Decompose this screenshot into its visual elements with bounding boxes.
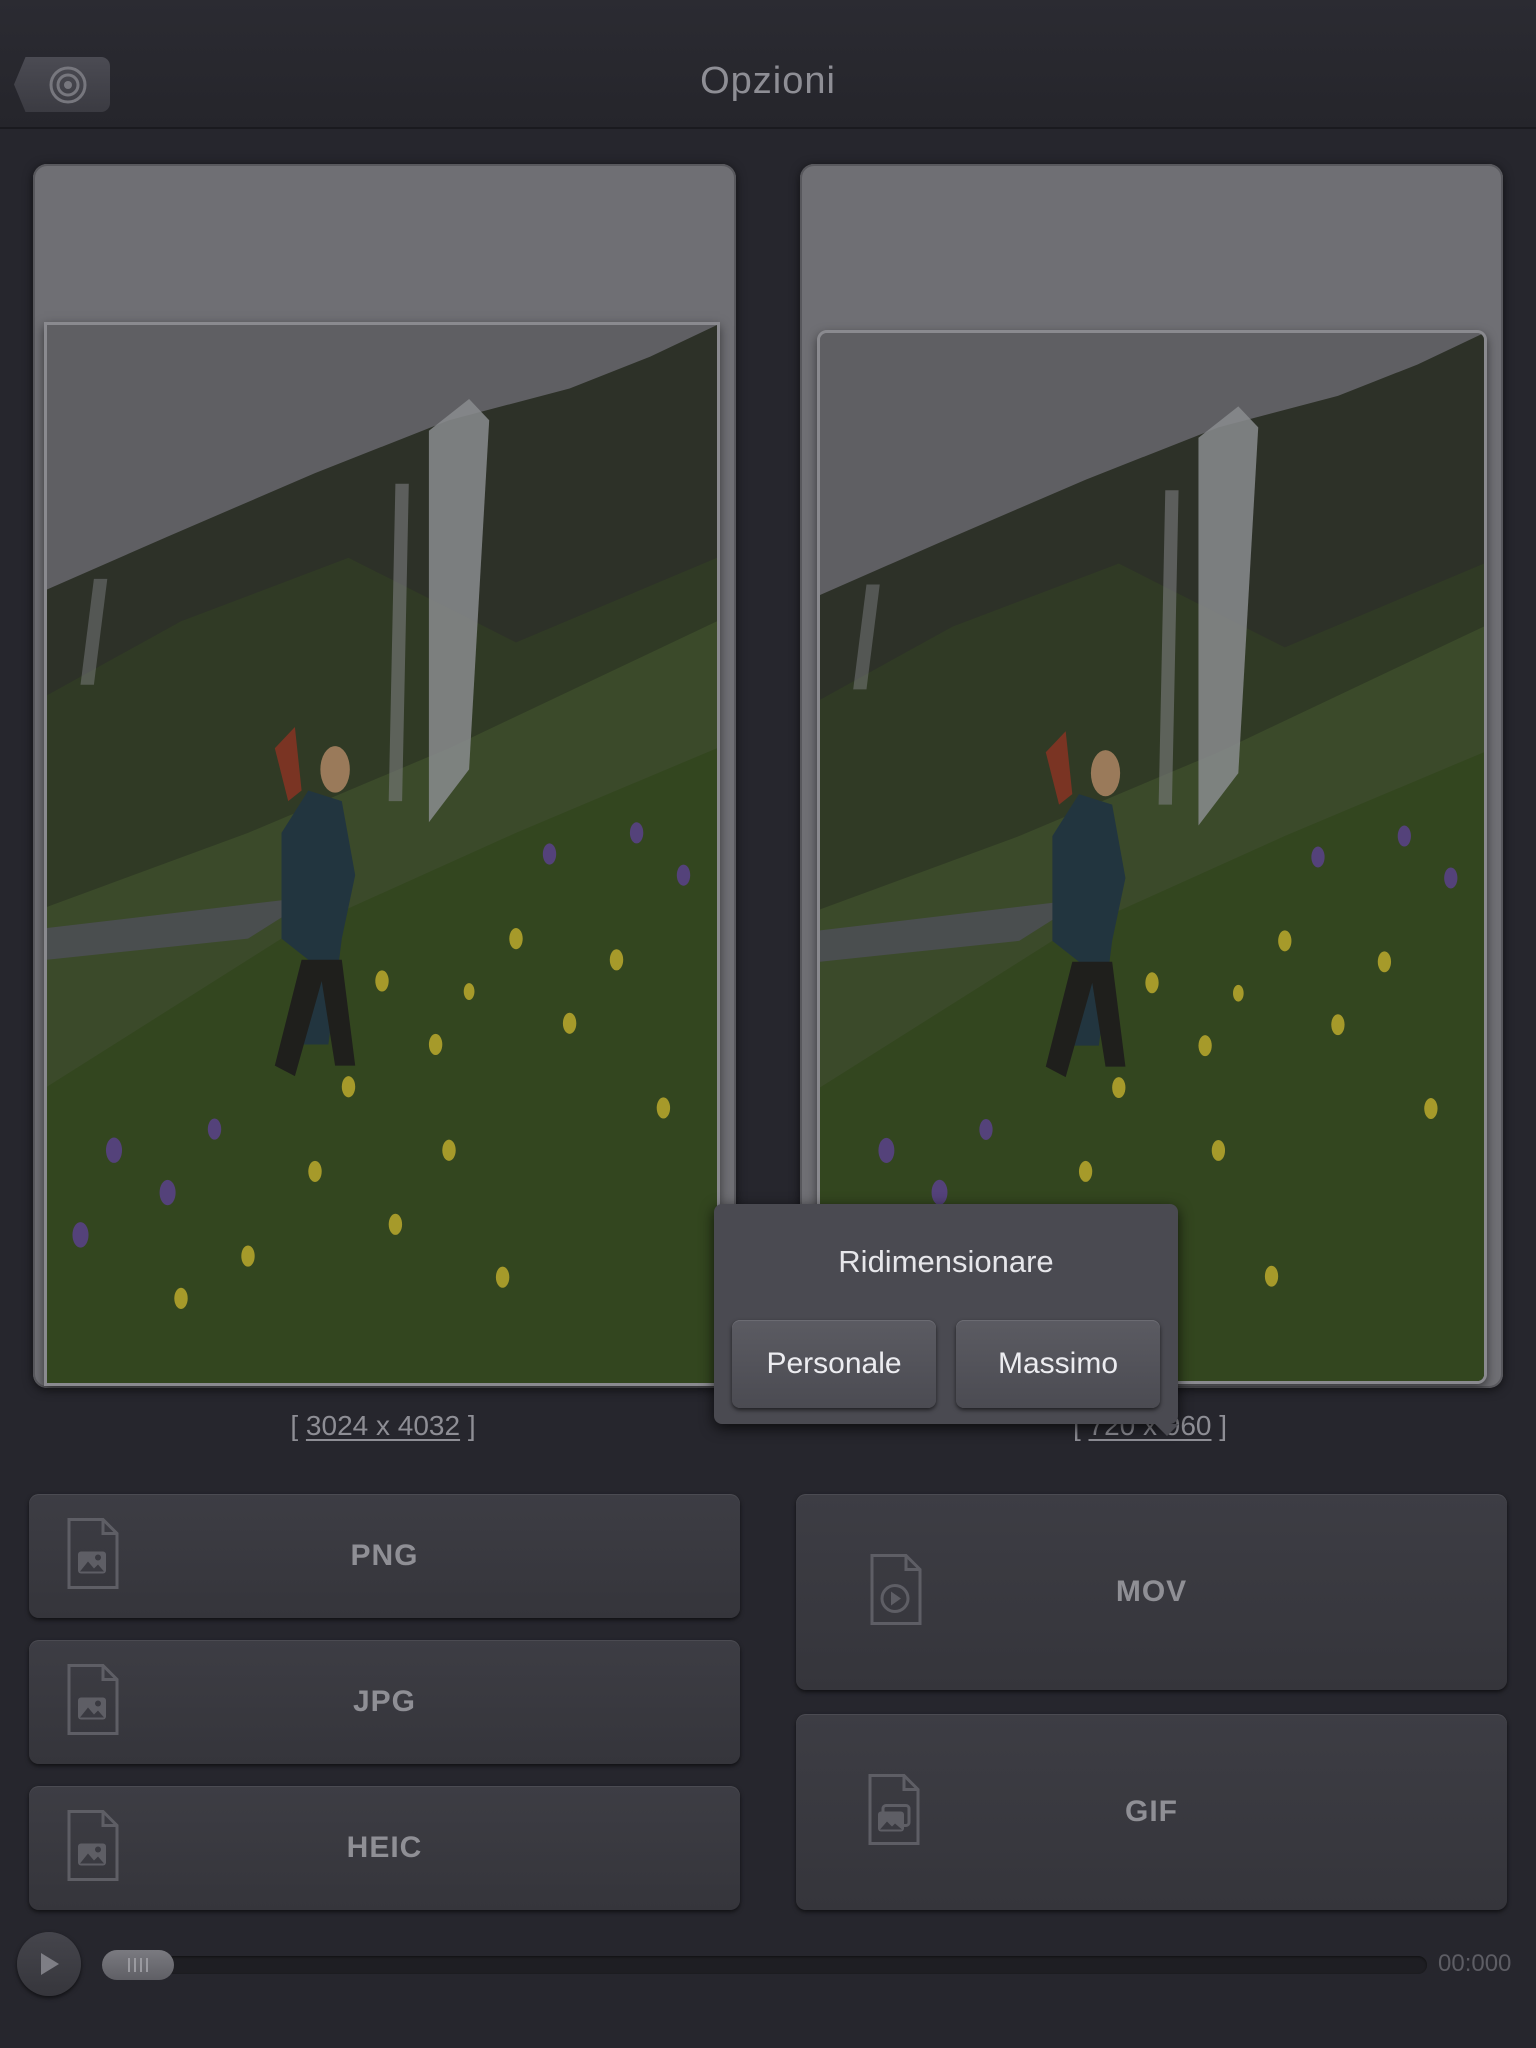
navigation-bar: Opzioni bbox=[0, 0, 1536, 129]
png-button[interactable]: PNG bbox=[29, 1494, 740, 1618]
gif-label: GIF bbox=[1125, 1795, 1178, 1828]
original-size-value[interactable]: 3024 x 4032 bbox=[306, 1410, 460, 1441]
play-button[interactable] bbox=[17, 1932, 81, 1996]
jpg-button[interactable]: JPG bbox=[29, 1640, 740, 1764]
page-title: Opzioni bbox=[700, 60, 836, 102]
jpg-label: JPG bbox=[352, 1685, 417, 1718]
timeline-track[interactable] bbox=[102, 1956, 1427, 1974]
playback-bar: 00:000 bbox=[0, 1920, 1536, 2048]
timeline-handle[interactable] bbox=[102, 1950, 174, 1980]
resize-popover: Ridimensionare Personale Massimo bbox=[714, 1204, 1179, 1436]
max-size-button[interactable]: Massimo bbox=[956, 1320, 1160, 1408]
original-preview-panel bbox=[33, 164, 736, 1388]
original-size-label[interactable]: [ 3024 x 4032 ] bbox=[183, 1410, 583, 1442]
popover-title: Ridimensionare bbox=[838, 1244, 1054, 1279]
heic-label: HEIC bbox=[346, 1831, 423, 1864]
original-photo[interactable] bbox=[44, 322, 720, 1386]
gif-button[interactable]: GIF bbox=[796, 1714, 1507, 1910]
png-label: PNG bbox=[350, 1539, 419, 1572]
heic-button[interactable]: HEIC bbox=[29, 1786, 740, 1910]
mov-label: MOV bbox=[1115, 1575, 1188, 1608]
time-readout: 00:000 bbox=[1438, 1950, 1512, 1977]
custom-size-button[interactable]: Personale bbox=[732, 1320, 936, 1408]
play-icon bbox=[41, 1953, 59, 1975]
mov-button[interactable]: MOV bbox=[796, 1494, 1507, 1690]
